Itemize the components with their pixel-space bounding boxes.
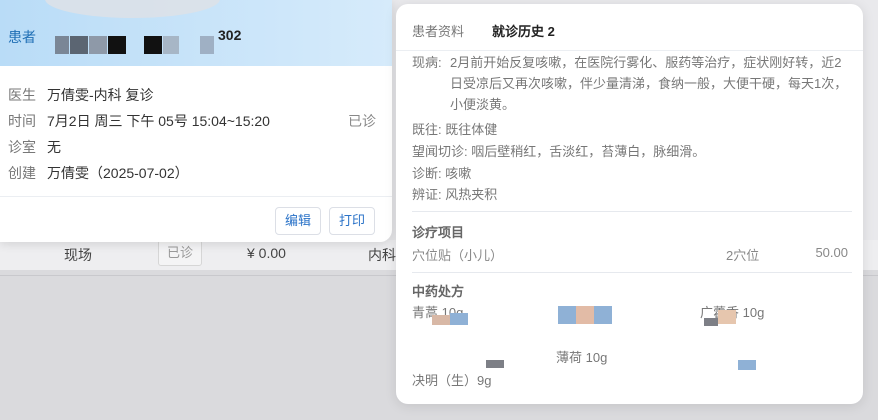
appointment-card: 患者 302 医生 万倩雯-内科 复诊 时间 7月2日 周三 下午 05号 15:0… (0, 0, 392, 242)
treatment-item-row: 穴位贴（小儿） 2穴位 50.00 (412, 245, 848, 264)
inspection-notes: 望闻切诊: 咽后壁稍红，舌淡红，苔薄白，脉细滑。 (412, 144, 706, 159)
name-mosaic (70, 36, 88, 54)
detail-tabs: 患者资料 就诊历史 2 (396, 4, 863, 51)
doctor-label: 医生 (8, 87, 36, 103)
name-mosaic (55, 36, 69, 54)
herb-item: 薄荷 10g (556, 350, 608, 365)
redaction-mosaic (718, 310, 736, 324)
patient-name: 302 (218, 27, 242, 43)
print-button[interactable]: 打印 (329, 207, 376, 235)
name-mosaic (108, 36, 126, 54)
redaction-mosaic (486, 360, 504, 368)
section-divider (412, 272, 852, 273)
patient-label: 患者 (8, 29, 36, 45)
visit-status: 已诊 (348, 113, 376, 129)
bg-dept: 内科 (368, 247, 396, 263)
treatment-item-qty: 2穴位 (726, 248, 760, 263)
present-illness: 现病: 2月前开始反复咳嗽，在医院行雾化、服药等治疗，症状刚好转，近2日受凉后又… (412, 52, 852, 115)
tab-visit-history[interactable]: 就诊历史 2 (492, 21, 555, 40)
bg-status-tag: 已诊 (158, 240, 202, 266)
redaction-mosaic (594, 306, 612, 324)
name-mosaic (200, 36, 214, 54)
syndrome: 辨证: 风热夹积 (412, 187, 498, 202)
redaction-mosaic (558, 306, 576, 324)
treatment-item-name: 穴位贴（小儿） (412, 248, 504, 263)
present-illness-text: 2月前开始反复咳嗽，在医院行雾化、服药等治疗，症状刚好转，近2日受凉后又再次咳嗽… (450, 55, 848, 112)
past-history: 既往: 既往体健 (412, 122, 498, 137)
diagnosis: 诊断: 咳嗽 (412, 166, 472, 181)
present-illness-label: 现病: (412, 55, 442, 70)
name-mosaic (89, 36, 107, 54)
redaction-mosaic (450, 313, 468, 325)
created-label: 创建 (8, 165, 36, 181)
bg-amount: ¥ 0.00 (247, 245, 286, 261)
time-label: 时间 (8, 113, 36, 129)
time-row: 时间 7月2日 周三 下午 05号 15:04~15:20 (8, 111, 270, 131)
section-divider (412, 211, 852, 212)
redaction-mosaic (432, 315, 450, 325)
herb-item: 决明（生）9g (412, 373, 492, 388)
treatment-section-title: 诊疗项目 (412, 225, 465, 240)
doctor-value: 万倩雯-内科 复诊 (47, 87, 154, 103)
tab-patient-profile[interactable]: 患者资料 (412, 21, 464, 40)
redaction-mosaic (576, 306, 594, 324)
treatment-item-amount: 50.00 (815, 245, 848, 260)
room-label: 诊室 (8, 139, 36, 155)
privacy-blur (45, 0, 220, 18)
room-value: 无 (47, 139, 61, 155)
redaction-mosaic (738, 360, 756, 370)
appointment-header: 患者 302 (0, 0, 392, 66)
name-mosaic (144, 36, 162, 54)
created-row: 创建 万倩雯（2025-07-02） (8, 163, 189, 183)
name-mosaic (163, 36, 179, 54)
room-row: 诊室无 (8, 137, 61, 157)
doctor-row: 医生 万倩雯-内科 复诊 (8, 85, 154, 105)
edit-button[interactable]: 编辑 (275, 207, 322, 235)
card-divider (0, 196, 392, 197)
visit-detail-panel: 患者资料 就诊历史 2 现病: 2月前开始反复咳嗽，在医院行雾化、服药等治疗，症… (396, 4, 863, 404)
bg-source: 现场 (64, 247, 92, 263)
time-value: 7月2日 周三 下午 05号 15:04~15:20 (47, 113, 270, 129)
created-value: 万倩雯（2025-07-02） (47, 165, 189, 181)
redaction-mosaic (704, 318, 718, 326)
herbal-section-title: 中药处方 (412, 284, 465, 299)
